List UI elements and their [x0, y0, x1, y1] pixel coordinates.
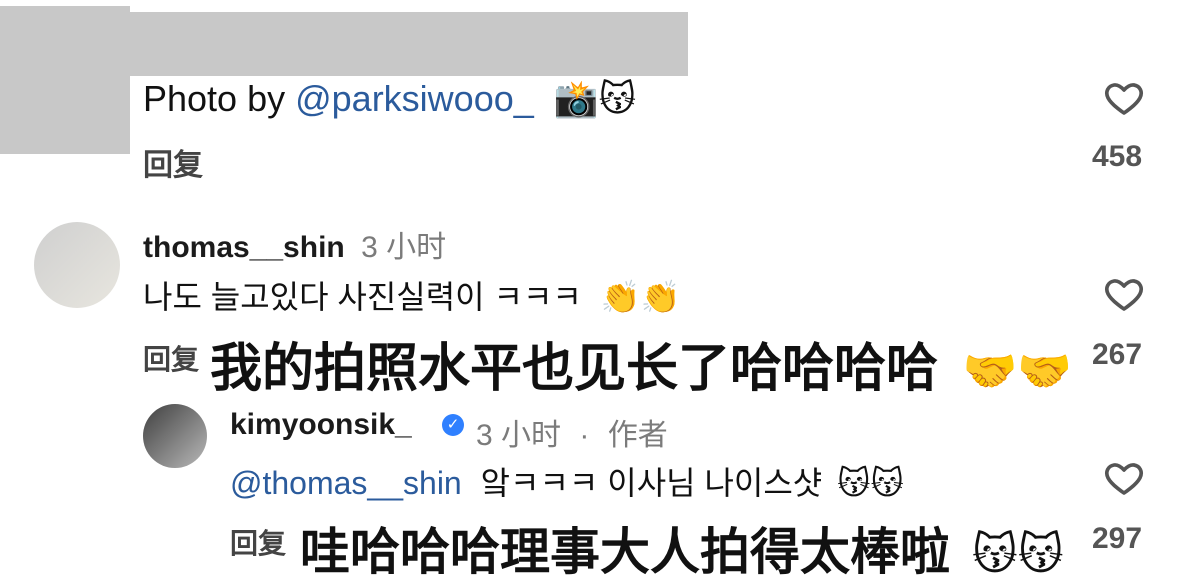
redaction-block-left: [0, 6, 130, 154]
kim-like-count: 297: [1092, 522, 1143, 555]
top-comment-like-count: 458: [1092, 140, 1143, 173]
thomas-comment-emoji: 👏👏: [600, 279, 681, 315]
top-comment-emoji: 📸😽: [553, 78, 637, 119]
heart-icon[interactable]: [1102, 458, 1146, 498]
thomas-like-count: 267: [1092, 338, 1143, 371]
thomas-comment: 나도 늘고있다 사진실력이 ㅋㅋㅋ 👏👏: [143, 272, 680, 318]
kim-comment-mention[interactable]: @thomas__shin: [230, 465, 462, 501]
thomas-translation-emoji: 🤝🤝: [962, 347, 1073, 396]
thomas-translation-text: 我的拍照水平也见长了哈哈哈哈: [210, 340, 939, 398]
redaction-block-top: [130, 12, 688, 76]
thomas-timestamp: 3 小时: [361, 231, 447, 264]
heart-icon[interactable]: [1102, 78, 1146, 118]
author-badge: 作者: [607, 419, 668, 452]
thomas-translation: 我的拍照水平也见长了哈哈哈哈 🤝🤝: [210, 326, 1072, 401]
kim-comment-emoji: 😽😽: [837, 465, 904, 501]
thomas-comment-korean: 나도 늘고있다 사진실력이 ㅋㅋㅋ: [143, 279, 582, 315]
kim-username[interactable]: kimyoonsik_: [230, 408, 412, 441]
top-comment-text: Photo by @parksiwooo_ 📸😽: [143, 78, 636, 120]
kim-timestamp: 3 小时: [476, 419, 562, 452]
kim-header: kimyoonsik_: [230, 408, 412, 442]
thomas-reply-button[interactable]: 回复: [143, 338, 199, 378]
avatar[interactable]: [143, 404, 207, 468]
thomas-username[interactable]: thomas__shin: [143, 231, 345, 264]
kim-translation-text: 哇哈哈哈理事大人拍得太棒啦: [300, 524, 950, 578]
kim-reply-button[interactable]: 回复: [230, 522, 286, 562]
kim-comment: @thomas__shin 앜ㅋㅋㅋ 이사님 나이스샷 😽😽: [230, 458, 904, 504]
avatar[interactable]: [34, 222, 120, 308]
top-comment-mention[interactable]: @parksiwooo_: [295, 78, 534, 119]
top-comment-prefix: Photo by: [143, 78, 296, 119]
heart-icon[interactable]: [1102, 274, 1146, 314]
kim-comment-korean: 앜ㅋㅋㅋ 이사님 나이스샷: [480, 465, 823, 501]
kim-translation-emoji: 😽😽: [971, 530, 1064, 578]
kim-translation: 哇哈哈哈理事大人拍得太棒啦 😽😽: [300, 512, 1064, 578]
kim-meta: 3 小时 · 作者: [476, 410, 668, 454]
thomas-header: thomas__shin 3 小时: [143, 222, 446, 266]
comments-screenshot: Photo by @parksiwooo_ 📸😽 回复 458 thomas__…: [0, 0, 1200, 578]
kim-meta-separator: ·: [579, 419, 590, 452]
verified-badge-icon: ✓: [442, 414, 464, 436]
top-comment-reply-button[interactable]: 回复: [143, 140, 203, 184]
